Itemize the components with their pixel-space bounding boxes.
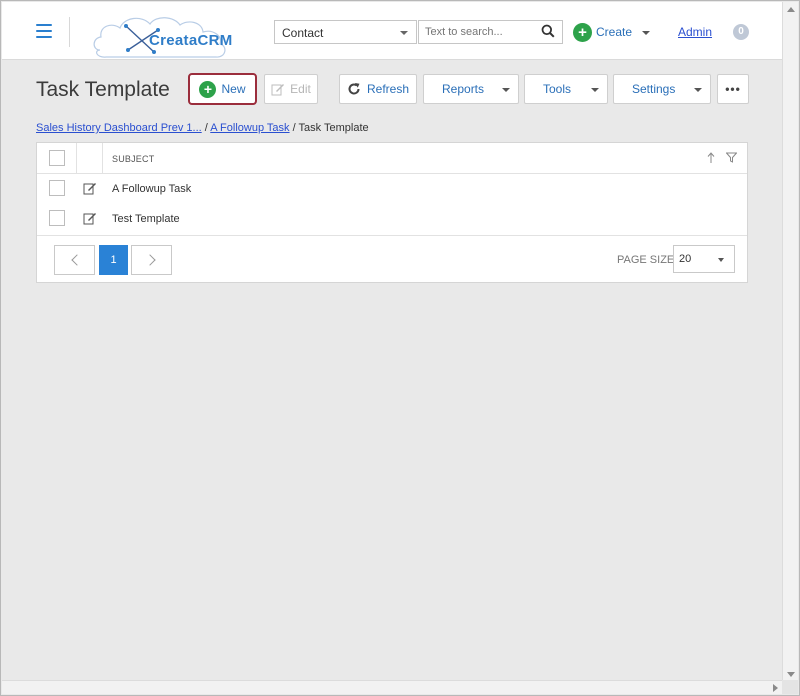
refresh-icon <box>348 83 360 95</box>
scrollbar-corner <box>782 680 798 694</box>
edit-label: Edit <box>290 82 311 96</box>
previous-page-button[interactable] <box>54 245 95 275</box>
table-row[interactable]: Test Template <box>37 204 747 234</box>
creatacrm-logo[interactable]: CreataCRM <box>92 12 262 60</box>
breadcrumb-separator: / <box>292 122 296 134</box>
search-entity-value: Contact <box>282 26 324 40</box>
breadcrumb: Sales History Dashboard Prev 1... / A Fo… <box>36 122 369 134</box>
sort-ascending-icon[interactable] <box>707 152 715 164</box>
page-size-value: 20 <box>679 253 692 265</box>
refresh-label: Refresh <box>366 82 410 96</box>
chevron-left-icon <box>71 254 83 266</box>
chevron-down-icon <box>718 258 724 262</box>
edit-row-icon[interactable] <box>83 212 97 225</box>
edit-row-icon[interactable] <box>83 182 97 195</box>
new-label: New <box>221 82 246 96</box>
select-all-checkbox[interactable] <box>49 150 65 166</box>
admin-user-link[interactable]: Admin <box>678 25 712 39</box>
app-window: CreataCRM Contact + Create Admin 0 Task … <box>0 0 800 696</box>
settings-label: Settings <box>632 82 676 96</box>
table-row[interactable]: A Followup Task <box>37 174 747 204</box>
create-label: Create <box>596 25 633 39</box>
settings-dropdown[interactable]: Settings <box>613 74 711 104</box>
create-button[interactable]: + Create <box>573 22 632 42</box>
chevron-down-icon <box>591 88 599 92</box>
chevron-down-icon <box>694 88 702 92</box>
more-options-button[interactable]: ••• <box>717 74 749 104</box>
breadcrumb-current: Task Template <box>298 122 369 134</box>
logo-text: CreataCRM <box>149 32 233 49</box>
breadcrumb-separator: / <box>204 122 208 134</box>
top-navigation-bar: CreataCRM Contact + Create Admin 0 <box>2 2 782 60</box>
grid-header-row: SUBJECT <box>37 143 747 174</box>
reports-label: Reports <box>442 82 485 96</box>
chevron-right-icon <box>144 254 156 266</box>
horizontal-scrollbar[interactable] <box>2 680 782 694</box>
breadcrumb-item-dashboard[interactable]: Sales History Dashboard Prev 1... <box>36 122 202 134</box>
plus-circle-icon: + <box>573 22 592 42</box>
reports-dropdown[interactable]: Reports <box>423 74 519 104</box>
column-header-subject[interactable]: SUBJECT <box>112 154 154 164</box>
breadcrumb-item-followup-task[interactable]: A Followup Task <box>210 122 289 134</box>
page-title: Task Template <box>36 78 170 101</box>
notification-badge[interactable]: 0 <box>733 24 749 40</box>
task-template-grid: SUBJECT A Followup Task Test Template 1 … <box>36 142 748 283</box>
header-divider <box>69 17 70 47</box>
page-size-select[interactable]: 20 <box>673 245 735 273</box>
page-size-label: PAGE SIZE <box>617 254 675 266</box>
scroll-down-icon[interactable] <box>787 672 795 677</box>
row-checkbox[interactable] <box>49 180 65 196</box>
page-number-button[interactable]: 1 <box>99 245 128 275</box>
chevron-down-icon <box>502 88 510 92</box>
row-subject: Test Template <box>112 213 180 225</box>
grid-pagination-bar: 1 PAGE SIZE 20 <box>37 235 747 282</box>
hamburger-icon[interactable] <box>36 24 52 38</box>
more-icon: ••• <box>725 82 741 96</box>
plus-circle-icon: + <box>199 80 217 98</box>
edit-icon <box>271 83 285 95</box>
row-subject: A Followup Task <box>112 183 192 195</box>
column-divider <box>76 143 77 174</box>
column-divider <box>102 143 103 174</box>
chevron-down-icon <box>400 31 408 35</box>
row-checkbox[interactable] <box>49 210 65 226</box>
tools-label: Tools <box>543 82 572 96</box>
tools-dropdown[interactable]: Tools <box>524 74 608 104</box>
vertical-scrollbar[interactable] <box>782 2 798 682</box>
create-dropdown-icon[interactable] <box>642 31 650 35</box>
next-page-button[interactable] <box>131 245 172 275</box>
scroll-right-icon[interactable] <box>773 684 778 692</box>
filter-icon[interactable] <box>726 152 737 163</box>
refresh-button[interactable]: Refresh <box>339 74 417 104</box>
edit-button[interactable]: Edit <box>264 74 318 104</box>
search-icon[interactable] <box>541 24 555 38</box>
new-button[interactable]: + New <box>188 73 257 105</box>
scroll-up-icon[interactable] <box>787 7 795 12</box>
search-entity-select[interactable]: Contact <box>274 20 417 44</box>
